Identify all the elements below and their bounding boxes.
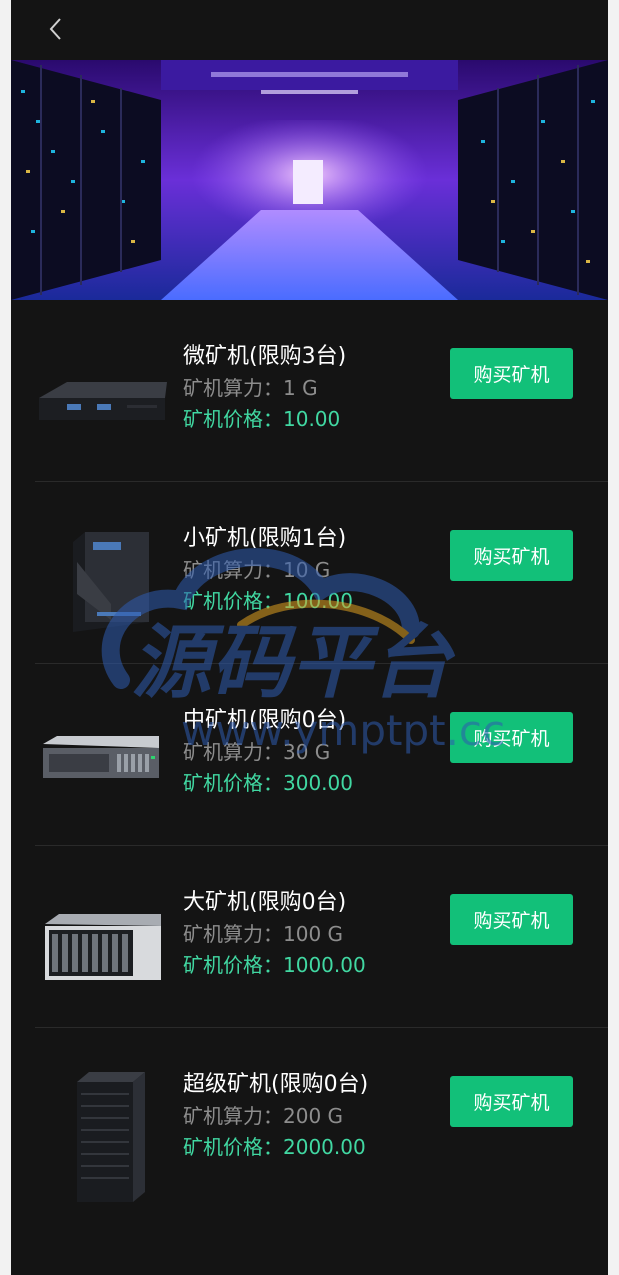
machine-item: 中矿机(限购0台) 矿机算力：30 G 矿机价格：300.00 购买矿机 xyxy=(11,664,608,846)
buy-miner-button[interactable]: 购买矿机 xyxy=(450,530,573,581)
machine-item: 小矿机(限购1台) 矿机算力：10 G 矿机价格：100.00 购买矿机 xyxy=(11,482,608,664)
chevron-left-icon xyxy=(49,18,61,40)
back-button[interactable] xyxy=(45,16,71,42)
machine-title: 中矿机(限购0台) xyxy=(183,708,347,733)
machine-item: 大矿机(限购0台) 矿机算力：100 G 矿机价格：1000.00 购买矿机 xyxy=(11,846,608,1028)
machine-price: 矿机价格：10.00 xyxy=(183,407,341,431)
buy-miner-button[interactable]: 购买矿机 xyxy=(450,348,573,399)
machine-hashrate: 矿机算力：1 G xyxy=(183,376,318,400)
tower-miner-image xyxy=(37,522,169,634)
banner-image xyxy=(11,60,608,300)
rack-server-image xyxy=(37,704,169,816)
blade-chassis-image xyxy=(37,886,169,998)
machine-hashrate: 矿机算力：30 G xyxy=(183,740,331,764)
machine-item: 超级矿机(限购0台) 矿机算力：200 G 矿机价格：2000.00 购买矿机 xyxy=(11,1028,608,1210)
machine-item: 微矿机(限购3台) 矿机算力：1 G 矿机价格：10.00 购买矿机 xyxy=(11,300,608,482)
machine-info: 小矿机(限购1台) 矿机算力：10 G 矿机价格：100.00 xyxy=(183,524,443,617)
machine-title: 小矿机(限购1台) xyxy=(183,526,347,551)
machine-price: 矿机价格：1000.00 xyxy=(183,953,366,977)
buy-miner-button[interactable]: 购买矿机 xyxy=(450,1076,573,1127)
machine-title: 大矿机(限购0台) xyxy=(183,890,347,915)
machine-list: 微矿机(限购3台) 矿机算力：1 G 矿机价格：10.00 购买矿机 小矿机(限… xyxy=(11,300,608,1210)
machine-hashrate: 矿机算力：200 G xyxy=(183,1104,344,1128)
machine-price: 矿机价格：300.00 xyxy=(183,771,353,795)
top-bar xyxy=(11,0,608,60)
machine-hashrate: 矿机算力：100 G xyxy=(183,922,344,946)
machine-hashrate: 矿机算力：10 G xyxy=(183,558,331,582)
machine-title: 超级矿机(限购0台) xyxy=(183,1072,369,1097)
machine-price: 矿机价格：2000.00 xyxy=(183,1135,366,1159)
machine-info: 中矿机(限购0台) 矿机算力：30 G 矿机价格：300.00 xyxy=(183,706,443,799)
buy-miner-button[interactable]: 购买矿机 xyxy=(450,894,573,945)
machine-info: 微矿机(限购3台) 矿机算力：1 G 矿机价格：10.00 xyxy=(183,342,443,435)
micro-miner-image xyxy=(37,340,169,452)
machine-title: 微矿机(限购3台) xyxy=(183,344,347,369)
machine-info: 大矿机(限购0台) 矿机算力：100 G 矿机价格：1000.00 xyxy=(183,888,443,981)
buy-miner-button[interactable]: 购买矿机 xyxy=(450,712,573,763)
app-screen: 微矿机(限购3台) 矿机算力：1 G 矿机价格：10.00 购买矿机 小矿机(限… xyxy=(11,0,608,1275)
machine-price: 矿机价格：100.00 xyxy=(183,589,353,613)
server-cabinet-image xyxy=(37,1068,169,1202)
machine-info: 超级矿机(限购0台) 矿机算力：200 G 矿机价格：2000.00 xyxy=(183,1070,443,1163)
